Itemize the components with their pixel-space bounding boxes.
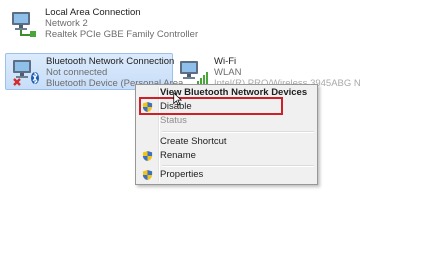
menu-item-label: View Bluetooth Network Devices — [160, 87, 308, 98]
menu-separator — [162, 131, 314, 133]
menu-item-label: Rename — [160, 150, 196, 161]
bluetooth-adapter-icon — [13, 60, 39, 86]
context-menu: View Bluetooth Network Devices Disable S… — [135, 84, 318, 185]
menu-item-disable[interactable]: Disable — [138, 100, 315, 114]
connection-name: Local Area Connection — [45, 7, 141, 18]
menu-item-create-shortcut[interactable]: Create Shortcut — [138, 135, 315, 149]
menu-item-rename[interactable]: Rename — [138, 149, 315, 163]
menu-separator — [162, 165, 314, 167]
connection-network: WLAN — [214, 67, 242, 78]
mouse-cursor-icon — [173, 92, 182, 106]
uac-shield-icon — [142, 101, 153, 113]
connection-network: Network 2 — [45, 18, 88, 29]
menu-item-label: Properties — [160, 169, 204, 180]
connection-device: Realtek PCIe GBE Family Controller — [45, 29, 199, 40]
menu-item-label: Create Shortcut — [160, 136, 227, 147]
connection-name: Bluetooth Network Connection — [46, 56, 175, 67]
uac-shield-icon — [142, 150, 153, 162]
menu-item-view-bluetooth-devices[interactable]: View Bluetooth Network Devices — [138, 86, 315, 100]
connection-status: Not connected — [46, 67, 108, 78]
network-adapter-icon — [12, 12, 36, 37]
menu-item-label: Status — [160, 115, 187, 126]
connection-name: Wi-Fi — [214, 56, 237, 67]
uac-shield-icon — [142, 169, 153, 181]
menu-item-properties[interactable]: Properties — [138, 168, 315, 182]
menu-item-status[interactable]: Status — [138, 114, 315, 128]
connection-local-area[interactable]: Local Area Connection Network 2 Realtek … — [4, 4, 198, 41]
